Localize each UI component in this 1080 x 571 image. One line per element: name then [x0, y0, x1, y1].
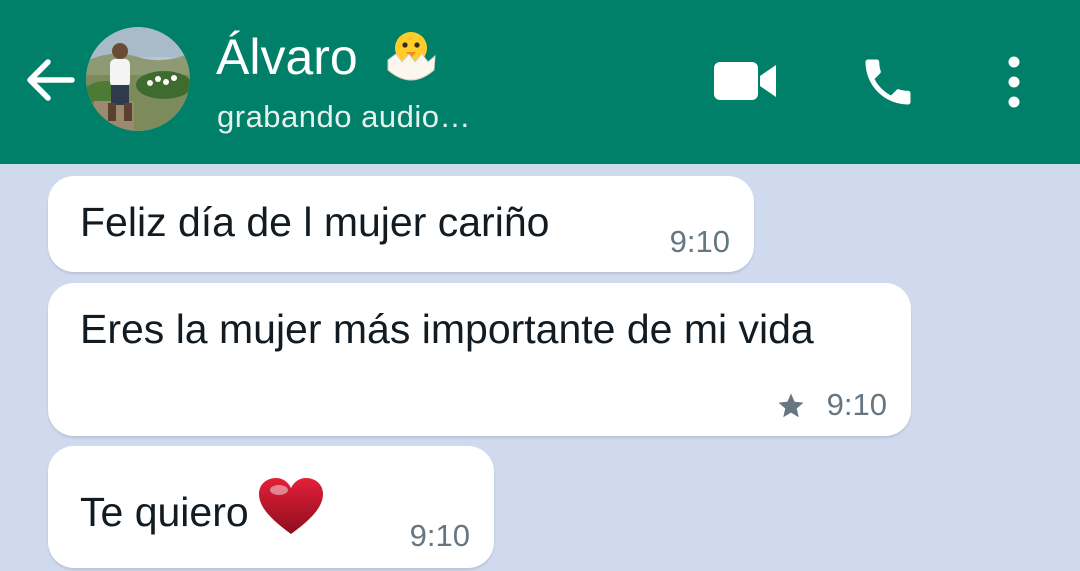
chat-header: Álvaro grabando audio…: [0, 0, 1080, 164]
back-arrow-icon[interactable]: [22, 52, 78, 108]
message-time: 9:10: [409, 518, 470, 553]
message-bubble[interactable]: Eres la mujer más importante de mi vida …: [48, 283, 911, 436]
message-text: Feliz día de l mujer cariño: [80, 199, 550, 245]
message-bubble[interactable]: Te quiero 9:10: [48, 446, 494, 568]
message-text-content: Te quiero: [80, 489, 249, 535]
typing-status: grabando audio…: [217, 99, 471, 134]
voice-call-icon[interactable]: [858, 52, 918, 112]
message-time: 9:10: [826, 387, 887, 422]
red-heart-icon: [258, 478, 323, 534]
hatching-chick-icon: [387, 32, 436, 81]
avatar[interactable]: [86, 27, 190, 131]
message-time: 9:10: [669, 224, 730, 259]
video-call-icon[interactable]: [712, 56, 778, 106]
star-icon: [778, 393, 804, 418]
more-options-icon[interactable]: [1000, 54, 1028, 110]
contact-name[interactable]: Álvaro: [216, 28, 358, 86]
message-bubble[interactable]: Feliz día de l mujer cariño 9:10: [48, 176, 754, 272]
message-text: Eres la mujer más importante de mi vida: [80, 306, 814, 352]
message-text: Te quiero: [80, 476, 325, 539]
